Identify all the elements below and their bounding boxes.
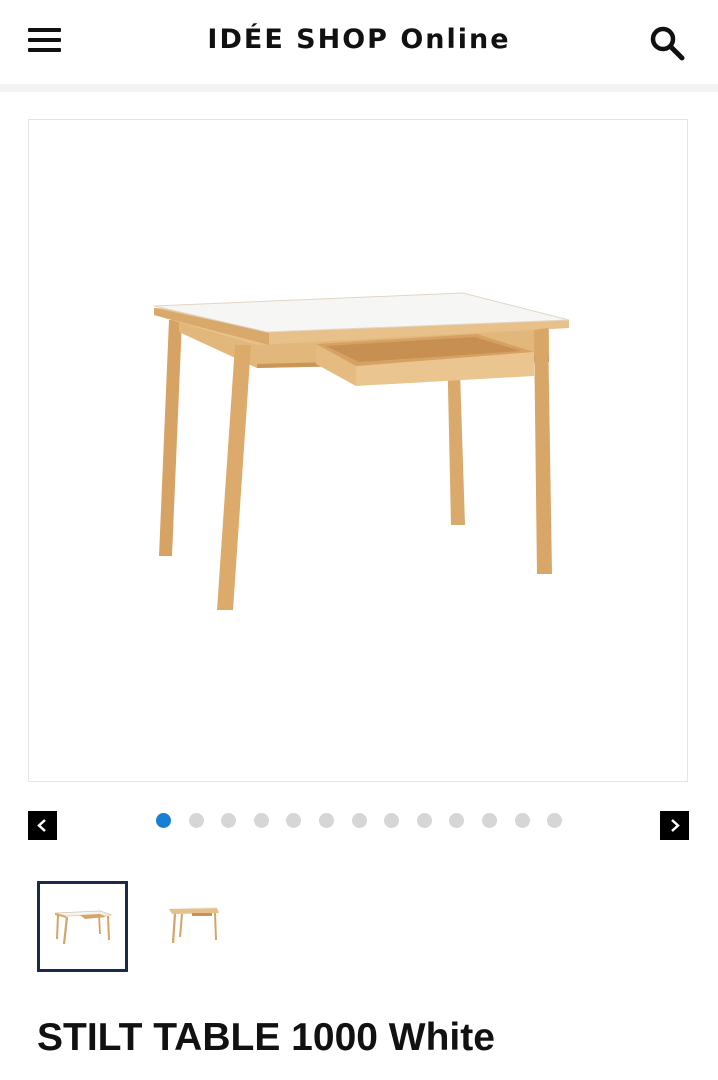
carousel-dot[interactable]: [482, 813, 497, 828]
thumbnail-table-icon: [169, 907, 219, 944]
thumbnail-2[interactable]: [147, 881, 238, 972]
carousel-dot[interactable]: [384, 813, 400, 828]
carousel-dot[interactable]: [547, 813, 563, 828]
carousel-dot[interactable]: [188, 813, 204, 828]
carousel-dot[interactable]: [351, 813, 367, 828]
carousel-dot[interactable]: [319, 813, 334, 828]
carousel-dot[interactable]: [514, 813, 530, 828]
header-divider: [0, 84, 718, 92]
product-title: STILT TABLE 1000 White: [37, 1016, 495, 1059]
carousel-dot[interactable]: [449, 813, 465, 828]
table-illustration: [153, 292, 570, 610]
search-icon[interactable]: [648, 24, 686, 62]
carousel-dot[interactable]: [253, 813, 269, 828]
next-image-button[interactable]: [660, 811, 689, 840]
previous-image-button[interactable]: [28, 811, 57, 840]
site-title[interactable]: IDÉE SHOP Online: [0, 24, 718, 55]
carousel-dot[interactable]: [286, 813, 302, 828]
thumbnail-table-icon: [54, 910, 113, 945]
chevron-left-icon: [37, 819, 46, 832]
carousel-dot[interactable]: [156, 813, 171, 828]
chevron-right-icon: [671, 819, 680, 832]
carousel-dot[interactable]: [221, 813, 237, 828]
carousel-dot[interactable]: [416, 813, 432, 828]
product-main-image[interactable]: [28, 119, 688, 782]
thumbnail-1[interactable]: [37, 881, 128, 972]
top-bar: IDÉE SHOP Online: [0, 0, 718, 85]
